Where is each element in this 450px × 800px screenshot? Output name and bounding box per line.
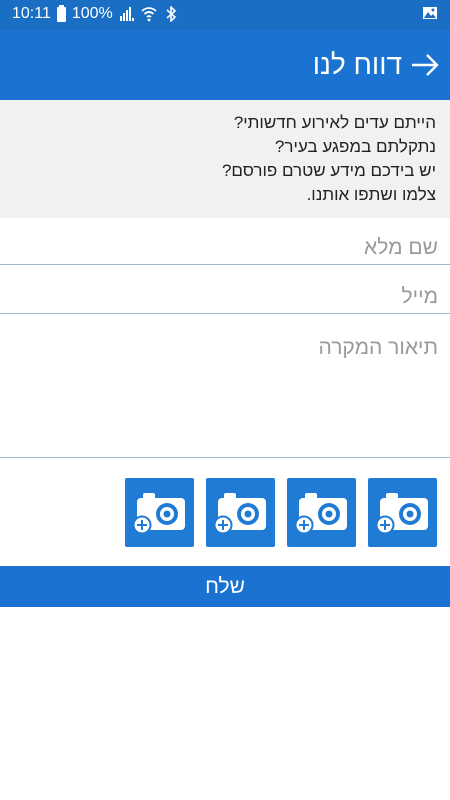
status-time: 10:11 bbox=[12, 5, 51, 22]
intro-line: הייתם עדים לאירוע חדשותי? bbox=[233, 113, 436, 132]
send-button[interactable]: שלח bbox=[0, 566, 450, 607]
add-photo-icon bbox=[132, 493, 185, 535]
email-placeholder: מייל bbox=[401, 285, 438, 308]
add-photo-button[interactable] bbox=[206, 478, 275, 547]
intro-panel: הייתם עדים לאירוע חדשותי? נתקלתם במפגע ב… bbox=[0, 100, 450, 218]
intro-line: נתקלתם במפגע בעיר? bbox=[274, 137, 436, 156]
signal-icon bbox=[119, 7, 134, 21]
add-photo-icon bbox=[375, 493, 428, 535]
add-photo-button[interactable] bbox=[125, 478, 194, 547]
battery-icon bbox=[56, 4, 66, 22]
add-photo-icon bbox=[294, 493, 347, 535]
status-bar: 10:11 100% bbox=[0, 0, 450, 30]
description-field[interactable]: תיאור המקרה bbox=[0, 314, 450, 458]
photo-buttons-row bbox=[0, 478, 450, 548]
add-photo-button[interactable] bbox=[287, 478, 356, 547]
email-field[interactable]: מייל bbox=[0, 265, 450, 314]
bluetooth-icon bbox=[166, 6, 176, 22]
image-notification-icon bbox=[423, 7, 437, 19]
battery-percent: 100% bbox=[71, 5, 113, 22]
description-placeholder: תיאור המקרה bbox=[318, 336, 438, 359]
intro-line: יש בידכם מידע שטרם פורסם? bbox=[221, 161, 436, 180]
add-photo-button[interactable] bbox=[368, 478, 437, 547]
intro-line: צלמו ושתפו אותנו. bbox=[306, 185, 436, 204]
full-name-field[interactable]: שם מלא bbox=[0, 218, 450, 265]
page-title: דווח לנו bbox=[312, 49, 402, 80]
wifi-icon bbox=[141, 7, 157, 22]
add-photo-icon bbox=[213, 493, 266, 535]
app-bar: דווח לנו bbox=[0, 30, 450, 100]
full-name-placeholder: שם מלא bbox=[364, 236, 438, 259]
back-arrow-icon[interactable] bbox=[410, 50, 440, 80]
